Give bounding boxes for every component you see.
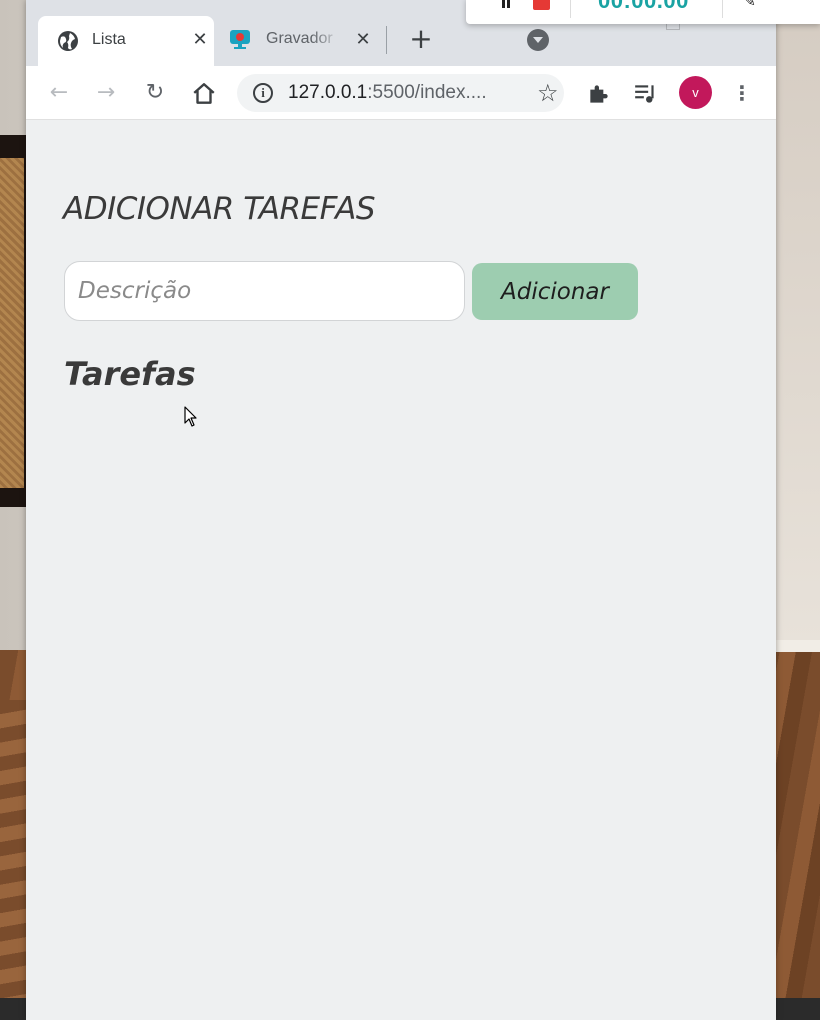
screen-recorder-bar: 00:00.00 ✎ (466, 0, 820, 24)
reload-icon[interactable]: ↻ (142, 80, 168, 106)
cork-board (0, 158, 24, 488)
extensions-puzzle-icon[interactable] (586, 81, 612, 107)
tab-title-fade (312, 28, 342, 52)
tab-search-icon[interactable] (527, 29, 549, 51)
media-queue-icon[interactable] (633, 81, 659, 107)
url-text: 127.0.0.1:5500/index.... (288, 82, 487, 103)
close-tab-icon[interactable]: ✕ (191, 31, 209, 49)
browser-window: Lista ✕ Gravador ✕ + ← → ↻ i 127.0.0.1:5… (26, 0, 776, 1020)
pause-icon[interactable] (500, 0, 512, 10)
profile-avatar[interactable]: v (679, 76, 712, 109)
mouse-cursor-icon (184, 406, 197, 427)
address-bar[interactable]: i 127.0.0.1:5500/index.... ☆ (237, 74, 564, 112)
new-tab-plus-icon[interactable]: + (408, 25, 434, 54)
page-content: ADICIONAR TAREFAS Adicionar Tarefas (26, 121, 776, 1020)
back-arrow-icon[interactable]: ← (46, 80, 72, 106)
browser-toolbar: ← → ↻ i 127.0.0.1:5500/index.... ☆ v ⋮ (26, 66, 776, 120)
tasks-heading: Tarefas (64, 355, 196, 393)
recording-timer: 00:00.00 (598, 0, 689, 13)
stop-icon[interactable] (533, 0, 550, 10)
divider (722, 0, 723, 18)
divider (570, 0, 571, 18)
forward-arrow-icon[interactable]: → (93, 80, 119, 106)
globe-icon (58, 31, 78, 51)
site-info-icon[interactable]: i (253, 83, 273, 103)
tab-title: Lista (92, 31, 126, 48)
page-title: ADICIONAR TAREFAS (63, 191, 376, 227)
baseboard (776, 640, 820, 652)
wall-right (776, 0, 820, 650)
wooden-floor-left (0, 700, 26, 1020)
bookmark-star-icon[interactable]: ☆ (537, 79, 559, 107)
home-icon[interactable] (191, 81, 217, 107)
close-tab-icon[interactable]: ✕ (354, 31, 372, 49)
menu-kebab-icon[interactable]: ⋮ (729, 80, 755, 106)
tab-separator (386, 26, 387, 54)
add-task-button[interactable]: Adicionar (472, 263, 638, 320)
tab-lista[interactable]: Lista ✕ (38, 16, 214, 66)
pen-icon[interactable]: ✎ (744, 0, 756, 10)
recorder-app-icon (230, 30, 250, 49)
task-description-input[interactable] (64, 261, 465, 321)
